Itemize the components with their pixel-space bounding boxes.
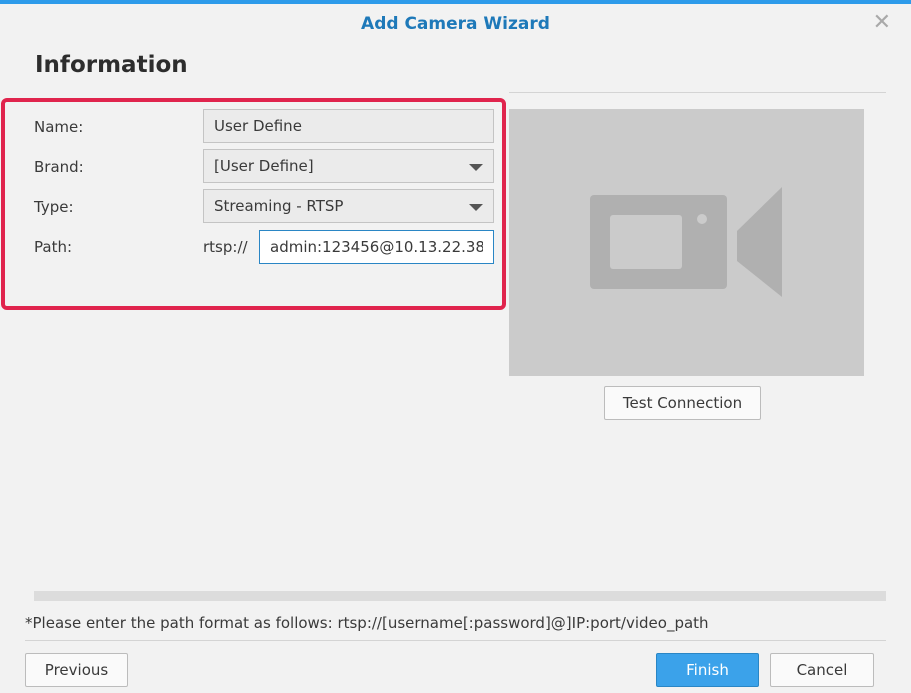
close-icon[interactable]: ✕ [873,10,891,35]
dialog-title: Add Camera Wizard [361,14,550,34]
section-title: Information [35,52,188,78]
test-connection-button[interactable]: Test Connection [604,386,761,420]
path-format-hint: *Please enter the path format as follows… [25,614,709,632]
previous-button[interactable]: Previous [25,653,128,687]
video-camera-icon [590,187,782,297]
cancel-button[interactable]: Cancel [770,653,874,687]
divider [509,92,886,93]
divider [25,640,886,641]
add-camera-dialog: Add Camera Wizard ✕ Information Name: Us… [0,0,911,693]
highlight-box [1,98,506,310]
finish-button[interactable]: Finish [656,653,759,687]
progress-bar [34,591,886,601]
camera-preview [509,109,864,376]
